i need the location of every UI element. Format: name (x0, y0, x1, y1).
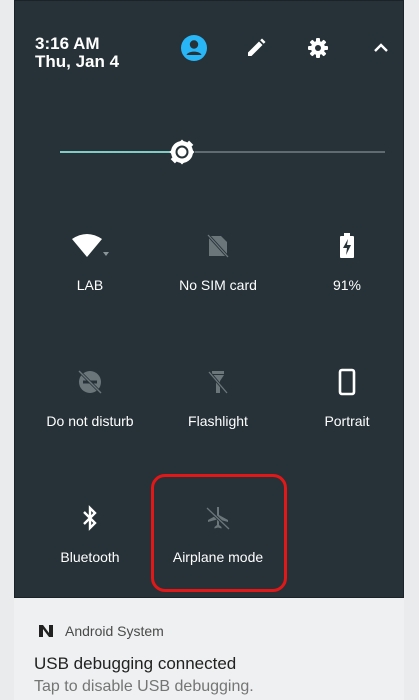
portrait-icon (283, 365, 411, 399)
tile-sim[interactable]: No SIM card (154, 229, 282, 329)
clock-time: 3:16 AM (35, 34, 100, 53)
brightness-thumb[interactable] (167, 137, 197, 167)
quick-settings-header: 3:16 AM Thu, Jan 4 (15, 1, 403, 101)
tile-label: Do not disturb (46, 413, 134, 429)
brightness-track-empty (195, 151, 385, 153)
tile-label: 91% (332, 277, 362, 293)
tile-bluetooth[interactable]: Bluetooth (26, 501, 154, 601)
tile-orientation[interactable]: Portrait (283, 365, 411, 465)
tile-flashlight[interactable]: Flashlight (154, 365, 282, 465)
clock-date: Thu, Jan 4 (35, 52, 120, 71)
notification-text: Tap to disable USB debugging. (34, 678, 254, 695)
brightness-track-filled (60, 151, 182, 153)
edit-icon[interactable] (242, 34, 270, 62)
tile-wifi[interactable]: LAB (26, 229, 154, 329)
tile-label: LAB (76, 277, 104, 293)
settings-icon[interactable] (304, 34, 332, 62)
tile-label: No SIM card (179, 277, 257, 293)
phone-screen: 3:16 AM Thu, Jan 4 LAB No SIM card 91% D… (0, 0, 419, 700)
flashlight-icon (154, 365, 282, 399)
bluetooth-icon (26, 501, 154, 535)
notification-app-name: Android System (65, 623, 164, 639)
no-sim-icon (154, 229, 282, 263)
usb-debugging-notification[interactable]: Android System USB debugging connected T… (14, 598, 404, 700)
wifi-icon (26, 229, 154, 263)
collapse-chevron-icon[interactable] (367, 34, 395, 62)
do-not-disturb-off-icon (26, 365, 154, 399)
airplane-mode-highlight-box (151, 474, 287, 592)
tile-label: Flashlight (188, 413, 248, 429)
tile-label: Portrait (324, 413, 370, 429)
tile-battery[interactable]: 91% (283, 229, 411, 329)
android-system-icon (38, 624, 54, 638)
account-icon[interactable] (180, 34, 208, 62)
tile-do-not-disturb[interactable]: Do not disturb (26, 365, 154, 465)
notification-title: USB debugging connected (34, 654, 237, 673)
brightness-slider[interactable] (15, 129, 403, 177)
tile-label: Bluetooth (60, 549, 120, 565)
battery-charging-icon (283, 229, 411, 263)
